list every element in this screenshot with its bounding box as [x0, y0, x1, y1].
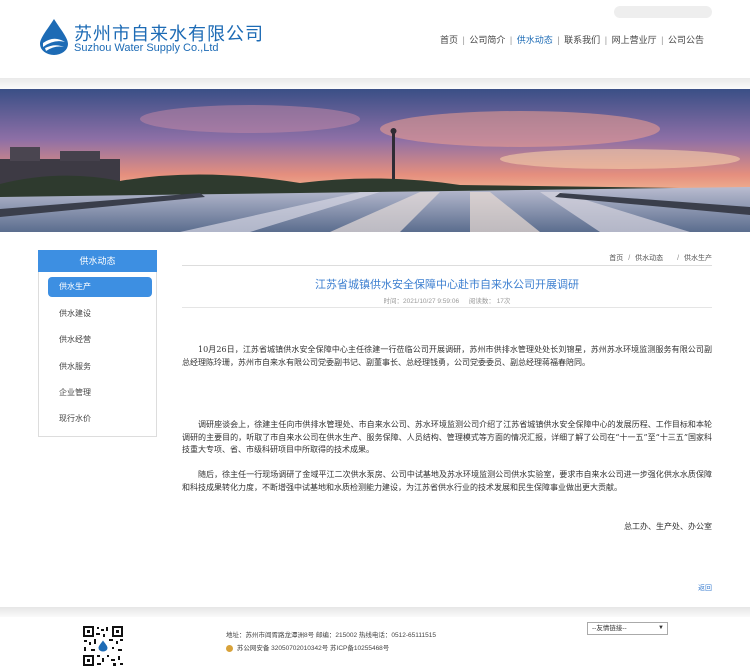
article-paragraph: 10月26日，江苏省城镇供水安全保障中心主任徐建一行莅临公司开展调研，苏州市供排…: [182, 345, 712, 367]
nav-item-online-hall[interactable]: 网上营业厅: [612, 33, 657, 46]
footer-icp-number[interactable]: 苏ICP备10255468号: [330, 645, 389, 652]
breadcrumb-divider: [182, 265, 712, 266]
article-signature: 总工办、生产处、办公室: [624, 522, 712, 531]
police-badge-icon: [226, 644, 233, 652]
nav-item-contact[interactable]: 联系我们: [564, 33, 600, 46]
sidebar-item-production[interactable]: 供水生产: [48, 277, 152, 297]
sidebar-item-water-price[interactable]: 现行水价: [48, 409, 152, 429]
nav-separator: |: [509, 35, 513, 45]
nav-item-home[interactable]: 首页: [440, 33, 458, 46]
article-paragraph: 调研座谈会上，徐建主任向市供排水管理处、市自来水公司、苏水环境监测公司介绍了江苏…: [182, 420, 712, 454]
footer-address: 地址：苏州市阊胥路龙潭洲8号 邮编：215002 热线电话：0512-65111…: [226, 632, 436, 639]
sidebar-menu: 供水生产 供水建设 供水经营 供水服务 企业管理 现行水价: [38, 272, 157, 437]
article-paragraph: 随后，徐主任一行现场调研了金域平江二次供水泵房、公司中试基地及苏水环境监测公司供…: [182, 470, 712, 492]
breadcrumb-current[interactable]: 供水生产: [684, 255, 712, 262]
nav-separator: |: [462, 35, 465, 45]
article-time: 时间：2021/10/27 9:59:06: [383, 298, 460, 305]
breadcrumb-home[interactable]: 首页: [609, 255, 623, 262]
article-views: 阅读数： 17次: [468, 298, 511, 305]
main-nav: 首页 | 公司简介 | 供水动态 | 联系我们 | 网上营业厅 | 公司公告: [440, 33, 704, 46]
friendly-links-label: --友情链接--: [592, 625, 627, 632]
friendly-links-select[interactable]: --友情链接-- ▼: [587, 622, 668, 635]
site-header: 苏州市自来水有限公司 Suzhou Water Supply Co.,Ltd 首…: [0, 0, 750, 78]
breadcrumb-separator: /: [677, 255, 680, 262]
nav-item-notices[interactable]: 公司公告: [668, 33, 704, 46]
article-title: 江苏省城镇供水安全保障中心赴市自来水公司开展调研: [315, 278, 579, 291]
search-input[interactable]: [614, 6, 712, 18]
footer-icp: 苏公网安备 32050702010342号 苏ICP备10255468号: [226, 642, 389, 652]
sidebar-title: 供水动态: [38, 250, 157, 272]
water-drop-logo-icon[interactable]: [37, 18, 71, 56]
sidebar-item-management[interactable]: 企业管理: [48, 383, 152, 403]
footer-police-record[interactable]: 苏公网安备 32050702010342号: [237, 645, 328, 652]
header-divider: [0, 78, 750, 89]
nav-item-news[interactable]: 供水动态: [517, 33, 553, 46]
qr-code-icon: [82, 625, 124, 667]
nav-separator: |: [557, 35, 560, 45]
breadcrumb: 首页 / 供水动态 / 供水生产: [609, 253, 712, 263]
sidebar-item-construction[interactable]: 供水建设: [48, 304, 152, 324]
hero-banner: [0, 89, 750, 232]
back-link[interactable]: 返回: [698, 583, 712, 593]
nav-separator: |: [604, 35, 608, 45]
breadcrumb-separator: /: [628, 255, 631, 262]
footer-divider: [0, 607, 750, 617]
chevron-down-icon: ▼: [658, 625, 664, 631]
breadcrumb-section[interactable]: 供水动态: [635, 255, 663, 262]
sidebar-item-operation[interactable]: 供水经营: [48, 330, 152, 350]
sidebar-item-service[interactable]: 供水服务: [48, 357, 152, 377]
article-meta: 时间：2021/10/27 9:59:06 阅读数： 17次: [182, 295, 712, 305]
nav-separator: |: [661, 35, 664, 45]
nav-item-about[interactable]: 公司简介: [469, 33, 505, 46]
article-divider: [182, 307, 712, 308]
company-name-en[interactable]: Suzhou Water Supply Co.,Ltd: [74, 42, 219, 54]
